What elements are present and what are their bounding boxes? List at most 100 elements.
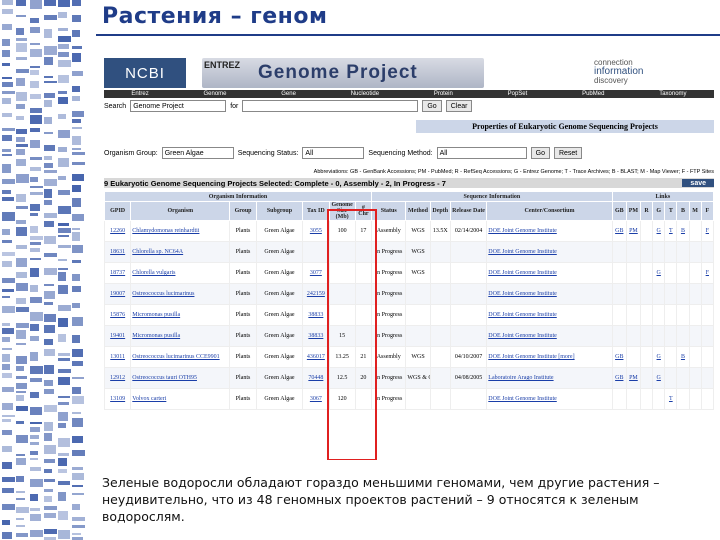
table-cell[interactable] — [688, 304, 702, 326]
table-cell[interactable]: GB — [611, 346, 627, 368]
table-cell[interactable] — [700, 283, 715, 305]
table-cell[interactable]: DOE Joint Genome Institute [more] — [486, 346, 613, 368]
table-cell[interactable]: 18737 — [103, 262, 132, 284]
table-cell[interactable]: G — [652, 220, 666, 242]
table-cell[interactable] — [664, 283, 678, 305]
table-cell[interactable] — [625, 388, 642, 410]
table-cell[interactable]: 38833 — [302, 304, 330, 326]
table-cell[interactable]: DOE Joint Genome Institute — [486, 325, 613, 347]
table-cell[interactable]: B — [676, 220, 690, 242]
column-header[interactable]: Center/Consortium — [486, 201, 613, 221]
table-cell[interactable] — [688, 367, 702, 389]
table-cell[interactable] — [652, 241, 666, 263]
table-cell[interactable] — [652, 304, 666, 326]
table-cell[interactable]: T — [664, 388, 678, 410]
table-cell[interactable]: G — [652, 346, 666, 368]
table-cell[interactable]: 3067 — [302, 388, 330, 410]
table-cell[interactable]: 242159 — [302, 283, 330, 305]
table-cell[interactable]: Volvox carteri — [130, 388, 231, 410]
table-cell[interactable] — [700, 346, 715, 368]
column-header[interactable]: Group — [229, 201, 257, 221]
table-cell[interactable] — [688, 220, 702, 242]
table-cell[interactable]: PM — [625, 367, 642, 389]
table-cell[interactable] — [700, 388, 715, 410]
column-header[interactable]: Tax ID — [302, 201, 330, 221]
table-cell[interactable]: 12260 — [103, 220, 132, 242]
table-cell[interactable]: Chlamydomonas reinhardtii — [130, 220, 231, 242]
table-cell[interactable] — [688, 388, 702, 410]
table-cell[interactable]: 436017 — [302, 346, 330, 368]
clear-button[interactable]: Clear — [445, 100, 473, 112]
nav-item-gene[interactable]: Gene — [281, 91, 296, 97]
table-cell[interactable]: 12912 — [103, 367, 132, 389]
table-cell[interactable] — [676, 241, 690, 263]
column-header[interactable]: Subgroup — [255, 201, 304, 221]
table-cell[interactable]: Chlorella vulgaris — [130, 262, 231, 284]
table-cell[interactable] — [611, 304, 627, 326]
table-cell[interactable]: DOE Joint Genome Institute — [486, 304, 613, 326]
table-cell[interactable] — [611, 325, 627, 347]
table-cell[interactable] — [640, 241, 654, 263]
table-cell[interactable]: GB — [611, 220, 627, 242]
table-cell[interactable] — [664, 346, 678, 368]
column-header[interactable]: M — [688, 201, 702, 221]
column-header[interactable]: Method — [405, 201, 431, 221]
table-cell[interactable] — [664, 367, 678, 389]
nav-item-taxonomy[interactable]: Taxonomy — [659, 91, 686, 97]
table-cell[interactable]: Ostreococcus tauri OTH95 — [130, 367, 231, 389]
save-button[interactable]: save — [682, 179, 714, 187]
table-cell[interactable]: G — [652, 262, 666, 284]
table-cell[interactable]: DOE Joint Genome Institute — [486, 262, 613, 284]
table-cell[interactable]: 19401 — [103, 325, 132, 347]
column-header[interactable]: PM — [625, 201, 642, 221]
table-cell[interactable] — [625, 241, 642, 263]
table-cell[interactable]: 3077 — [302, 262, 330, 284]
table-cell[interactable] — [688, 262, 702, 284]
table-cell[interactable] — [700, 304, 715, 326]
table-cell[interactable] — [625, 283, 642, 305]
table-cell[interactable] — [611, 283, 627, 305]
table-cell[interactable] — [664, 262, 678, 284]
table-cell[interactable]: 15876 — [103, 304, 132, 326]
table-cell[interactable] — [640, 283, 654, 305]
column-header[interactable]: B — [676, 201, 690, 221]
table-cell[interactable] — [652, 283, 666, 305]
table-cell[interactable] — [640, 220, 654, 242]
nav-item-popset[interactable]: PopSet — [508, 91, 528, 97]
table-cell[interactable] — [688, 283, 702, 305]
table-cell[interactable] — [664, 304, 678, 326]
ncbi-logo[interactable]: NCBI — [104, 58, 186, 88]
table-cell[interactable] — [611, 388, 627, 410]
table-cell[interactable] — [625, 325, 642, 347]
search-input[interactable] — [242, 100, 419, 112]
table-cell[interactable] — [676, 367, 690, 389]
nav-item-entrez[interactable]: Entrez — [131, 91, 148, 97]
table-cell[interactable] — [676, 262, 690, 284]
go-button[interactable]: Go — [422, 100, 442, 112]
table-cell[interactable] — [700, 367, 715, 389]
table-cell[interactable] — [676, 325, 690, 347]
table-cell[interactable] — [676, 388, 690, 410]
nav-item-protein[interactable]: Protein — [434, 91, 453, 97]
table-cell[interactable] — [640, 262, 654, 284]
table-cell[interactable]: PM — [625, 220, 642, 242]
filter-go-button[interactable]: Go — [530, 147, 550, 159]
table-cell[interactable] — [640, 325, 654, 347]
column-header[interactable]: GPID — [103, 201, 132, 221]
reset-button[interactable]: Reset — [553, 147, 583, 159]
table-cell[interactable] — [688, 325, 702, 347]
table-cell[interactable]: 19007 — [103, 283, 132, 305]
table-cell[interactable] — [664, 325, 678, 347]
table-cell[interactable] — [700, 241, 715, 263]
status-select[interactable]: All — [302, 147, 365, 159]
table-cell[interactable] — [611, 241, 627, 263]
column-header[interactable]: Release Date — [449, 201, 488, 221]
table-cell[interactable]: Ostreococcus lucimarinus CCE9901 — [130, 346, 231, 368]
table-cell[interactable] — [700, 325, 715, 347]
nav-item-pubmed[interactable]: PubMed — [582, 91, 604, 97]
table-cell[interactable]: DOE Joint Genome Institute — [486, 220, 613, 242]
column-header[interactable]: G — [652, 201, 666, 221]
table-cell[interactable] — [302, 241, 330, 263]
table-cell[interactable] — [640, 346, 654, 368]
table-cell[interactable] — [688, 241, 702, 263]
